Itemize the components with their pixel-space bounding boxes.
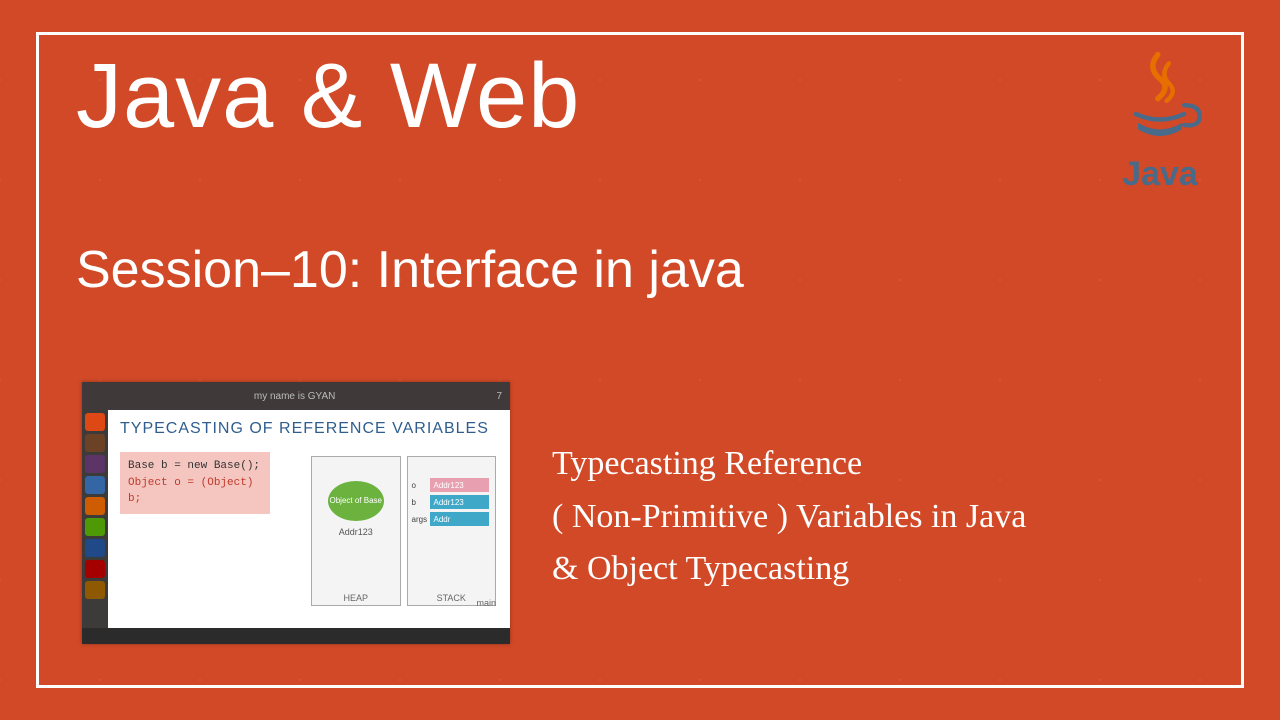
inner-slide-heading: TYPECASTING OF REFERENCE VARIABLES	[120, 420, 498, 438]
stack-column: Addr123 Addr123 Addr STACK	[407, 456, 497, 606]
thumbnail-titlebar: my name is GYAN 7	[82, 382, 510, 410]
titlebar-page: 7	[496, 391, 502, 402]
inner-slide: TYPECASTING OF REFERENCE VARIABLES Base …	[108, 410, 510, 628]
thumbnail-taskbar	[82, 628, 510, 644]
launcher-icon	[85, 539, 105, 557]
stack-cell: Addr123	[430, 495, 490, 509]
memory-diagram: Object of Base Addr123 HEAP Addr123 Addr…	[311, 456, 496, 606]
launcher-icon	[85, 413, 105, 431]
heap-object: Object of Base	[328, 481, 384, 521]
launcher-icon	[85, 476, 105, 494]
code-line-2: Object o = (Object) b;	[128, 475, 262, 508]
session-subtitle: Session–10: Interface in java	[76, 240, 744, 300]
desc-line-3: & Object Typecasting	[552, 543, 1220, 596]
java-logo: Java	[1100, 48, 1220, 194]
main-label: main	[476, 598, 496, 608]
launcher-icon	[85, 560, 105, 578]
code-line-1: Base b = new Base();	[128, 458, 262, 475]
launcher-icon	[85, 518, 105, 536]
launcher-icon	[85, 455, 105, 473]
heap-address: Addr123	[312, 527, 400, 537]
code-box: Base b = new Base(); Object o = (Object)…	[120, 452, 270, 514]
heap-label: HEAP	[312, 593, 400, 603]
launcher-icon	[85, 497, 105, 515]
launcher-icon	[85, 434, 105, 452]
launcher-icon	[85, 581, 105, 599]
titlebar-left	[90, 391, 93, 402]
titlebar-center: my name is GYAN	[101, 391, 489, 402]
desc-line-1: Typecasting Reference	[552, 438, 1220, 491]
slide-thumbnail: my name is GYAN 7 TYPECASTING OF REFEREN…	[82, 382, 510, 644]
description-text: Typecasting Reference ( Non-Primitive ) …	[552, 438, 1220, 596]
ubuntu-launcher	[82, 410, 108, 628]
main-title: Java & Web	[76, 44, 580, 149]
stack-cell: Addr123	[430, 478, 490, 492]
stack-cell: Addr	[430, 512, 490, 526]
heap-column: Object of Base Addr123 HEAP	[311, 456, 401, 606]
java-cup-icon	[1105, 48, 1215, 158]
desc-line-2: ( Non-Primitive ) Variables in Java	[552, 491, 1220, 544]
java-logo-text: Java	[1100, 155, 1220, 194]
